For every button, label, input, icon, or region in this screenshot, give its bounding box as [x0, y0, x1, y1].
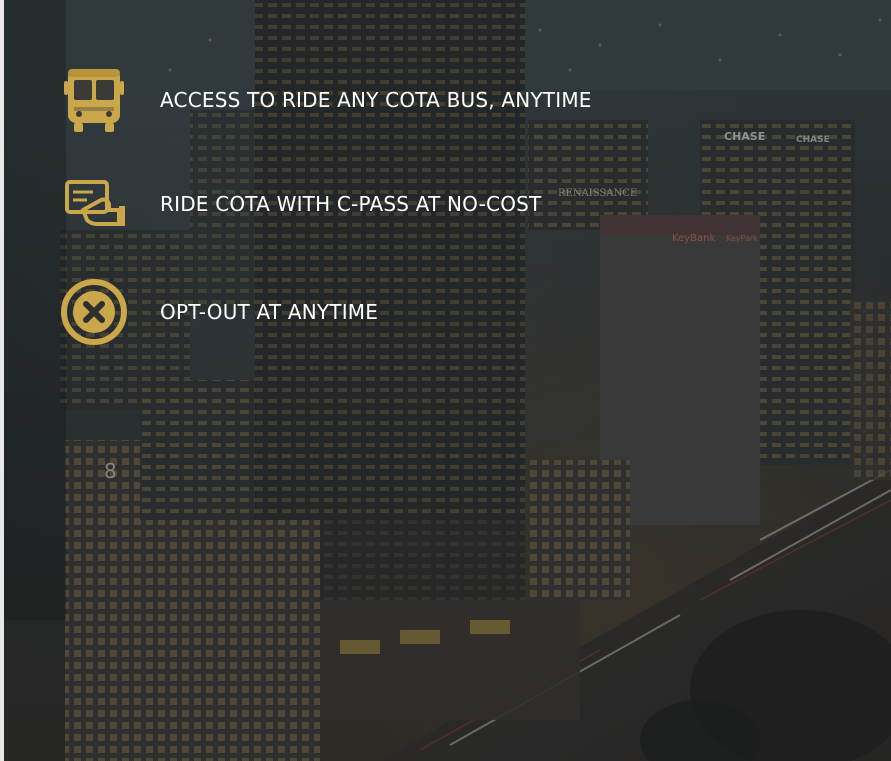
feature-item-bus-access: ACCESS TO RIDE ANY COTA BUS, ANYTIME [60, 66, 592, 134]
card-payment-icon [60, 170, 128, 238]
hero-banner: CHASE CHASE RENAISSANCE KeyBank KeyPark … [0, 0, 891, 761]
close-circle-icon [60, 278, 128, 346]
feature-label-cpass: RIDE COTA WITH C-PASS AT NO-COST [160, 192, 542, 216]
feature-item-cpass: RIDE COTA WITH C-PASS AT NO-COST [60, 170, 541, 238]
feature-label-bus-access: ACCESS TO RIDE ANY COTA BUS, ANYTIME [160, 88, 592, 112]
left-shade-panel [4, 0, 66, 620]
feature-item-opt-out: OPT-OUT AT ANYTIME [60, 278, 378, 346]
feature-label-opt-out: OPT-OUT AT ANYTIME [160, 300, 379, 324]
bus-icon [60, 66, 128, 134]
